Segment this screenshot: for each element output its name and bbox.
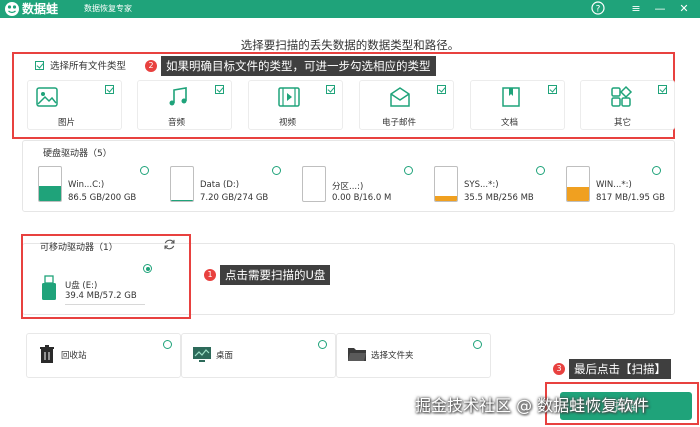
drive-name: WIN...*:)	[596, 180, 632, 190]
drive-sys-radio[interactable]	[536, 166, 545, 175]
drive-size: 7.20 GB/274 GB	[200, 193, 269, 203]
svg-text:?: ?	[596, 5, 601, 15]
recycle-bin-icon	[40, 345, 54, 363]
document-icon	[502, 87, 520, 107]
location-label: 选择文件夹	[371, 351, 414, 361]
select-all-label: 选择所有文件类型	[50, 61, 127, 72]
hard-drive-icon	[566, 166, 590, 202]
close-icon[interactable]: ✕	[676, 1, 692, 17]
type-label: 视频	[279, 118, 297, 128]
app-name: 数据蛙	[22, 2, 59, 16]
type-card-image[interactable]: 图片	[27, 80, 122, 130]
other-checkbox[interactable]	[658, 85, 667, 94]
type-card-video[interactable]: 视频	[248, 80, 343, 130]
type-label: 音频	[168, 118, 186, 128]
drive-usage-fill	[39, 186, 61, 201]
drive-d[interactable]: Data (D:) 7.20 GB/274 GB	[170, 162, 280, 210]
email-checkbox[interactable]	[437, 85, 446, 94]
tip-text: 点击需要扫描的U盘	[220, 265, 331, 285]
drive-c-radio[interactable]	[140, 166, 149, 175]
video-icon	[278, 87, 300, 107]
drive-size: 86.5 GB/200 GB	[68, 193, 137, 203]
tip-text: 如果明确目标文件的类型，可进一步勾选相应的类型	[161, 56, 436, 76]
drive-size: 35.5 MB/256 MB	[464, 193, 534, 203]
select-all-checkbox[interactable]	[35, 60, 44, 70]
email-icon	[390, 87, 410, 107]
music-icon	[169, 87, 187, 106]
removable-title: 可移动驱动器（1）	[40, 243, 118, 253]
drive-partition[interactable]: 分区...:) 0.00 B/16.0 M	[302, 162, 412, 210]
location-desktop[interactable]: 桌面	[181, 333, 336, 378]
tip-2: 2 如果明确目标文件的类型，可进一步勾选相应的类型	[145, 56, 436, 76]
location-radio[interactable]	[473, 340, 482, 349]
type-card-audio[interactable]: 音频	[137, 80, 232, 130]
drive-d-radio[interactable]	[272, 166, 281, 175]
type-card-other[interactable]: 其它	[580, 80, 675, 130]
drive-usage-fill	[435, 196, 457, 201]
video-checkbox[interactable]	[326, 85, 335, 94]
image-icon	[36, 87, 58, 107]
usb-drive-icon	[42, 275, 56, 300]
drive-name: U盘 (E:)	[65, 281, 98, 291]
drive-size: 39.4 MB/57.2 GB	[65, 291, 137, 301]
type-label: 其它	[614, 118, 632, 128]
document-checkbox[interactable]	[548, 85, 557, 94]
drive-sys[interactable]: SYS...*:) 35.5 MB/256 MB	[434, 162, 544, 210]
help-icon[interactable]: ?	[590, 1, 606, 17]
tip-number: 3	[553, 363, 565, 375]
folder-icon	[348, 348, 366, 361]
hard-drive-icon	[302, 166, 326, 202]
location-label: 回收站	[61, 351, 87, 361]
drive-name: Win...C:)	[68, 180, 105, 190]
type-label: 图片	[58, 118, 76, 128]
other-icon	[611, 85, 633, 107]
title-bar: 数据蛙 数据恢复专家 ? ≡ — ✕	[0, 0, 700, 18]
hard-drive-icon	[434, 166, 458, 202]
usb-drive-e[interactable]: U盘 (E:) 39.4 MB/57.2 GB	[34, 259, 154, 307]
tip-3: 3 最后点击【扫描】	[553, 359, 671, 379]
instruction-text: 选择要扫描的丢失数据的数据类型和路径。	[240, 38, 460, 52]
drive-size: 817 MB/1.95 GB	[596, 193, 666, 203]
type-card-document[interactable]: 文档	[470, 80, 565, 130]
drive-c[interactable]: Win...C:) 86.5 GB/200 GB	[38, 162, 148, 210]
image-checkbox[interactable]	[105, 85, 114, 94]
drive-usage-fill	[567, 186, 589, 201]
desktop-icon	[193, 347, 211, 362]
drive-size: 0.00 B/16.0 M	[332, 193, 392, 203]
hard-drive-icon	[170, 166, 194, 202]
app-subtitle: 数据恢复专家	[84, 4, 132, 13]
tip-number: 1	[204, 269, 216, 281]
hard-drive-icon	[38, 166, 62, 202]
drive-usage-bar	[65, 304, 145, 305]
type-label: 电子邮件	[382, 118, 417, 128]
tip-number: 2	[145, 60, 157, 72]
watermark: 掘金技术社区 @ 数据蛙恢复软件	[415, 396, 650, 415]
usb-drive-radio[interactable]	[143, 264, 152, 273]
tip-1: 1 点击需要扫描的U盘	[204, 265, 331, 285]
location-choose-folder[interactable]: 选择文件夹	[336, 333, 491, 378]
location-radio[interactable]	[163, 340, 172, 349]
drive-name: SYS...*:)	[464, 180, 499, 190]
type-card-email[interactable]: 电子邮件	[359, 80, 454, 130]
location-recycle-bin[interactable]: 回收站	[26, 333, 181, 378]
minimize-icon[interactable]: —	[652, 1, 668, 17]
refresh-icon[interactable]	[163, 238, 176, 251]
hard-disk-title: 硬盘驱动器（5）	[43, 149, 112, 159]
select-all-types[interactable]: 选择所有文件类型	[35, 58, 126, 72]
location-label: 桌面	[216, 351, 234, 361]
menu-icon[interactable]: ≡	[628, 1, 644, 17]
drive-win-radio[interactable]	[652, 166, 661, 175]
tip-text: 最后点击【扫描】	[569, 359, 671, 379]
drive-name: 分区...:)	[332, 182, 364, 192]
drive-name: Data (D:)	[200, 180, 240, 190]
audio-checkbox[interactable]	[215, 85, 224, 94]
location-radio[interactable]	[318, 340, 327, 349]
app-logo-icon	[5, 2, 19, 16]
type-label: 文档	[501, 118, 519, 128]
drive-usage-fill	[171, 199, 193, 201]
drive-partition-radio[interactable]	[404, 166, 413, 175]
